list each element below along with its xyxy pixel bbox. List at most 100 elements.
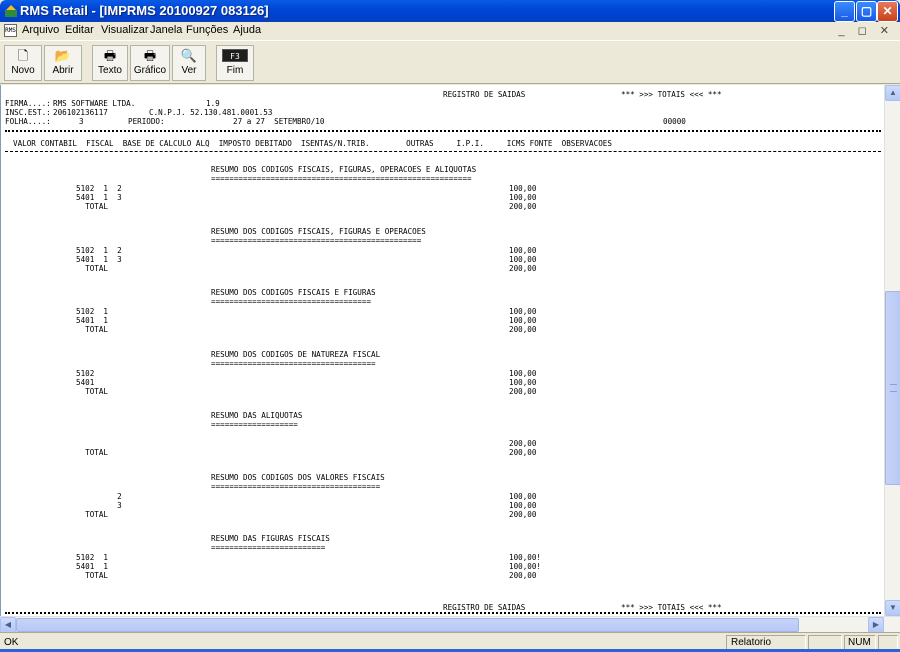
rms-app-icon — [5, 5, 17, 17]
row-label: 5401 1 — [76, 562, 109, 571]
arrow-down-icon: ▼ — [889, 603, 897, 612]
periodo-value: 27 a 27 SETEMBRO/10 — [233, 117, 325, 126]
section-underline: ===================================== — [211, 481, 381, 491]
grafico-button[interactable]: 🖶 Gráfico — [130, 45, 170, 81]
report-footer-totals: *** >>> TOTAIS <<< *** — [621, 603, 722, 612]
section-underline: =================== — [211, 420, 298, 429]
menu-arquivo[interactable]: Arquivo — [22, 24, 59, 36]
grip-icon — [890, 384, 897, 392]
row-value: 100,00 — [509, 491, 537, 501]
title-bar[interactable]: RMS Retail - [IMPRMS 20100927 083126] _ … — [0, 0, 900, 22]
row-label: 5102 1 2 — [76, 245, 122, 255]
abrir-button[interactable]: 📂 Abrir — [44, 45, 82, 81]
periodo-label: PERIODO: — [128, 117, 165, 126]
report-code: 00000 — [663, 117, 686, 126]
row-value: 200,00 — [509, 571, 537, 580]
scroll-right-button[interactable]: ▶ — [868, 617, 884, 633]
header-separator — [5, 130, 881, 132]
row-value: 100,00 — [509, 377, 537, 387]
status-text: OK — [4, 637, 19, 648]
section-title: RESUMO DAS FIGURAS FISCAIS — [211, 534, 330, 543]
vertical-scroll-thumb[interactable] — [885, 291, 900, 485]
insc-value: 206102136117 — [53, 108, 108, 117]
section-title: RESUMO DOS CODIGOS DE NATUREZA FISCAL — [211, 349, 381, 359]
row-value: 100,00! — [509, 553, 542, 562]
texto-button[interactable]: 🖶 Texto — [92, 45, 128, 81]
section-title: RESUMO DOS CODIGOS DOS VALORES FISCAIS — [211, 472, 385, 482]
section-underline: =================================== — [211, 297, 372, 306]
row-value: 100,00 — [509, 316, 537, 325]
preview-icon: 🔍 — [180, 48, 198, 63]
row-label: TOTAL — [76, 325, 109, 334]
status-panel-end — [878, 635, 898, 650]
f3-key-icon: F3 — [222, 49, 248, 62]
novo-button[interactable]: 🗋 Novo — [4, 45, 42, 81]
arrow-up-icon: ▲ — [889, 88, 897, 97]
row-label: 5401 1 3 — [76, 254, 122, 264]
menu-bar: RMS Arquivo Editar Visualizar Janela Fun… — [0, 22, 900, 40]
cnpj-text: C.N.P.J. 52.130.481.0001.53 — [149, 108, 273, 117]
arrow-right-icon: ▶ — [872, 620, 880, 629]
row-label: 5102 1 2 — [76, 184, 122, 193]
menu-funcoes[interactable]: Funções — [186, 24, 228, 36]
row-label: 5102 — [76, 368, 95, 378]
row-value: 100,00 — [509, 245, 537, 255]
row-value: 200,00 — [509, 439, 537, 448]
horizontal-scroll-thumb[interactable] — [16, 618, 799, 632]
scroll-left-button[interactable]: ◀ — [0, 617, 16, 633]
printer-icon: 🖶 — [103, 48, 117, 63]
row-value: 100,00 — [509, 500, 537, 510]
minimize-button[interactable]: _ — [834, 1, 855, 22]
row-label: 5401 1 — [76, 316, 109, 325]
report-view[interactable]: REGISTRO DE SAIDAS *** >>> TOTAIS <<< **… — [0, 85, 884, 616]
menu-janela[interactable]: Janela — [150, 24, 182, 36]
scroll-up-button[interactable]: ▲ — [885, 85, 900, 101]
report-title: REGISTRO DE SAIDAS — [443, 90, 526, 99]
row-label: TOTAL — [76, 448, 109, 457]
ver-button[interactable]: 🔍 Ver — [172, 45, 206, 81]
close-button[interactable]: ✕ — [877, 1, 898, 22]
report-totals-header: *** >>> TOTAIS <<< *** — [621, 90, 722, 99]
fim-button[interactable]: F3 Fim — [216, 45, 254, 81]
footer-separator — [5, 612, 881, 614]
status-panel-report: Relatorio — [726, 635, 806, 650]
document-system-icon[interactable]: RMS — [4, 24, 17, 37]
row-label: 5102 1 — [76, 553, 109, 562]
section-underline: ========================================… — [211, 174, 472, 183]
scroll-down-button[interactable]: ▼ — [885, 600, 900, 616]
columns-separator — [5, 151, 881, 152]
row-value: 100,00 — [509, 307, 537, 316]
mdi-window-controls[interactable]: _ ◻ ✕ — [838, 24, 894, 37]
menu-ajuda[interactable]: Ajuda — [233, 24, 261, 36]
row-label: 3 — [76, 500, 122, 510]
status-panel-num: NUM — [844, 635, 876, 650]
row-value: 100,00 — [509, 254, 537, 264]
row-value: 200,00 — [509, 263, 537, 273]
menu-visualizar[interactable]: Visualizar — [101, 24, 149, 36]
section-title: RESUMO DOS CODIGOS FISCAIS E FIGURAS — [211, 288, 376, 297]
section-title: RESUMO DOS CODIGOS FISCAIS, FIGURAS, OPE… — [211, 165, 477, 174]
folha-label: FOLHA....: — [5, 117, 51, 126]
section-underline: ========================= — [211, 543, 326, 552]
section-underline: ==================================== — [211, 358, 376, 368]
horizontal-scrollbar[interactable]: ◀ ▶ — [0, 616, 900, 633]
row-label: 5401 — [76, 377, 95, 387]
row-label: TOTAL — [76, 571, 109, 580]
open-folder-icon: 📂 — [54, 48, 72, 63]
toolbar: 🗋 Novo 📂 Abrir 🖶 Texto 🖶 Gráfico 🔍 Ver F… — [0, 40, 900, 84]
row-label: 5102 1 — [76, 307, 109, 316]
menu-editar[interactable]: Editar — [65, 24, 94, 36]
row-label: TOTAL — [76, 386, 109, 396]
vertical-scrollbar[interactable]: ▲ ▼ — [884, 85, 900, 616]
row-value: 200,00 — [509, 386, 537, 396]
row-label: TOTAL — [76, 509, 109, 519]
folha-value: 3 — [79, 117, 84, 126]
maximize-button[interactable]: ▢ — [856, 1, 877, 22]
new-file-icon: 🗋 — [17, 48, 29, 63]
row-value: 200,00 — [509, 509, 537, 519]
report-footer-title: REGISTRO DE SAIDAS — [443, 603, 526, 612]
section-title: RESUMO DOS CODIGOS FISCAIS, FIGURAS E OP… — [211, 226, 426, 236]
insc-label: INSC.EST.: — [5, 108, 51, 117]
row-label: 2 — [76, 491, 122, 501]
firma-label: FIRMA....: — [5, 99, 51, 108]
